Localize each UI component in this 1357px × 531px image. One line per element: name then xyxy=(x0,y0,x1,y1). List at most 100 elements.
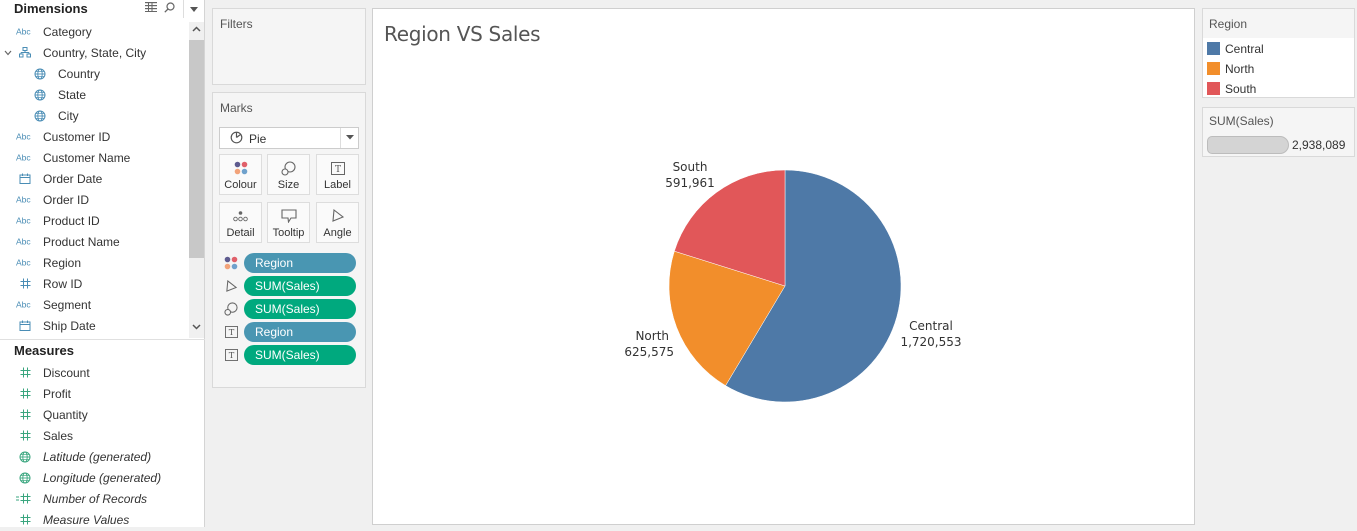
dimension-field[interactable]: Country xyxy=(0,64,188,85)
dimension-label: Row ID xyxy=(43,277,83,291)
dimension-field[interactable]: Abc Product ID xyxy=(0,211,188,232)
pie-chart: Central 1,720,553 North 625,575 South 591,961 xyxy=(624,160,962,403)
measure-label: Discount xyxy=(43,366,90,380)
chevron-down-icon[interactable] xyxy=(340,128,358,148)
measure-label: Latitude (generated) xyxy=(43,450,152,464)
globe-icon xyxy=(30,110,50,124)
dimension-field[interactable]: Abc Order ID xyxy=(0,190,188,211)
label-icon[interactable]: T xyxy=(223,348,239,362)
marks-pill-row: SUM(Sales) xyxy=(219,276,359,296)
dimension-field[interactable]: Abc Customer ID xyxy=(0,127,188,148)
dimension-field[interactable]: Order Date xyxy=(0,169,188,190)
dimension-label: Customer ID xyxy=(43,130,111,144)
svg-text:Abc: Abc xyxy=(16,216,31,226)
measure-field[interactable]: Sales xyxy=(0,426,188,447)
search-icon[interactable] xyxy=(164,2,175,16)
legend-label: Central xyxy=(1225,42,1264,56)
scrollbar-thumb[interactable] xyxy=(189,40,204,258)
view-as-list-icon[interactable] xyxy=(145,2,157,15)
angle-button[interactable]: Angle xyxy=(316,202,359,243)
hierarchy-icon xyxy=(15,47,35,60)
measures-divider xyxy=(0,339,205,340)
measure-label: Longitude (generated) xyxy=(43,471,162,485)
measure-field[interactable]: Discount xyxy=(0,363,188,384)
pie-label-value: 625,575 xyxy=(624,345,674,359)
tooltip-label: Tooltip xyxy=(272,227,305,239)
legend-item[interactable]: North xyxy=(1203,59,1354,79)
abc-icon: Abc xyxy=(15,257,35,269)
dimension-field[interactable]: Abc Segment xyxy=(0,295,188,316)
abc-icon: Abc xyxy=(15,215,35,227)
measure-field[interactable]: Number of Records xyxy=(0,489,188,510)
dimension-field[interactable]: Abc Category xyxy=(0,22,188,43)
svg-text:Abc: Abc xyxy=(16,258,31,268)
angle-icon xyxy=(317,208,358,224)
measure-label: Number of Records xyxy=(43,492,148,506)
dimension-label: Order ID xyxy=(43,193,90,207)
angle-icon[interactable] xyxy=(223,279,239,293)
worksheet-view: Region VS Sales Central 1,720,553 North 625… xyxy=(372,8,1195,525)
colour-icon xyxy=(220,160,261,176)
colour-icon[interactable] xyxy=(223,256,239,270)
scroll-up-icon[interactable] xyxy=(189,24,204,38)
scroll-down-icon[interactable] xyxy=(189,322,204,336)
marks-title: Marks xyxy=(220,101,253,115)
size-button[interactable]: Size xyxy=(267,154,310,195)
detail-label: Detail xyxy=(226,227,255,239)
marks-pill-row: Region xyxy=(219,253,359,273)
legend-item[interactable]: Central xyxy=(1203,39,1354,59)
pane-menu-dropdown-icon[interactable] xyxy=(190,4,198,16)
label-button[interactable]: T Label xyxy=(316,154,359,195)
svg-text:Abc: Abc xyxy=(16,195,31,205)
dimension-field[interactable]: Abc Region xyxy=(0,253,188,274)
marks-card: Marks Pie Colour Size T Label Detail Too… xyxy=(212,92,366,388)
svg-text:Abc: Abc xyxy=(16,237,31,247)
measure-pill[interactable]: SUM(Sales) xyxy=(244,299,356,319)
region-color-legend: Region Central North South xyxy=(1202,8,1355,98)
legend-header: Region xyxy=(1203,9,1354,38)
dimension-label: Order Date xyxy=(43,172,103,186)
measure-field[interactable]: Latitude (generated) xyxy=(0,447,188,468)
size-icon[interactable] xyxy=(223,302,239,316)
measure-field[interactable]: Measure Values xyxy=(0,510,188,531)
measure-pill[interactable]: SUM(Sales) xyxy=(244,345,356,365)
dimension-field[interactable]: Row ID xyxy=(0,274,188,295)
dimensions-scrollbar[interactable] xyxy=(189,22,204,338)
measure-field[interactable]: Quantity xyxy=(0,405,188,426)
label-icon: T xyxy=(317,160,358,176)
label-icon[interactable]: T xyxy=(223,325,239,339)
dimension-field[interactable]: State xyxy=(0,85,188,106)
globe-icon xyxy=(30,68,50,82)
dimension-field[interactable]: City xyxy=(0,106,188,127)
detail-button[interactable]: Detail xyxy=(219,202,262,243)
globe-icon xyxy=(15,451,35,465)
dimension-label: Product Name xyxy=(43,235,120,249)
number-icon xyxy=(15,430,35,443)
tooltip-button[interactable]: Tooltip xyxy=(267,202,310,243)
svg-text:T: T xyxy=(228,327,234,337)
measure-pill[interactable]: SUM(Sales) xyxy=(244,276,356,296)
tooltip-icon xyxy=(268,208,309,224)
dimension-label: Segment xyxy=(43,298,92,312)
number-icon xyxy=(15,278,35,291)
pie-label-category: North xyxy=(635,329,669,343)
measure-field[interactable]: Profit xyxy=(0,384,188,405)
svg-text:Abc: Abc xyxy=(16,153,31,163)
measure-label: Measure Values xyxy=(43,513,130,527)
measure-field[interactable]: Longitude (generated) xyxy=(0,468,188,489)
pie-label-category: South xyxy=(673,160,708,174)
colour-button[interactable]: Colour xyxy=(219,154,262,195)
dimension-field[interactable]: Country, State, City xyxy=(0,43,188,64)
dimension-field[interactable]: Abc Product Name xyxy=(0,232,188,253)
legend-item[interactable]: South xyxy=(1203,79,1354,99)
dimension-field[interactable]: Abc Customer Name xyxy=(0,148,188,169)
dimensions-header: Dimensions xyxy=(0,0,205,20)
dimension-pill[interactable]: Region xyxy=(244,253,356,273)
dimension-label: State xyxy=(58,88,87,102)
size-legend-bar xyxy=(1207,136,1289,154)
svg-text:T: T xyxy=(334,165,340,175)
dimension-field[interactable]: Ship Date xyxy=(0,316,188,337)
dimension-pill[interactable]: Region xyxy=(244,322,356,342)
filters-shelf[interactable]: Filters xyxy=(212,8,366,85)
mark-type-dropdown[interactable]: Pie xyxy=(219,127,359,149)
